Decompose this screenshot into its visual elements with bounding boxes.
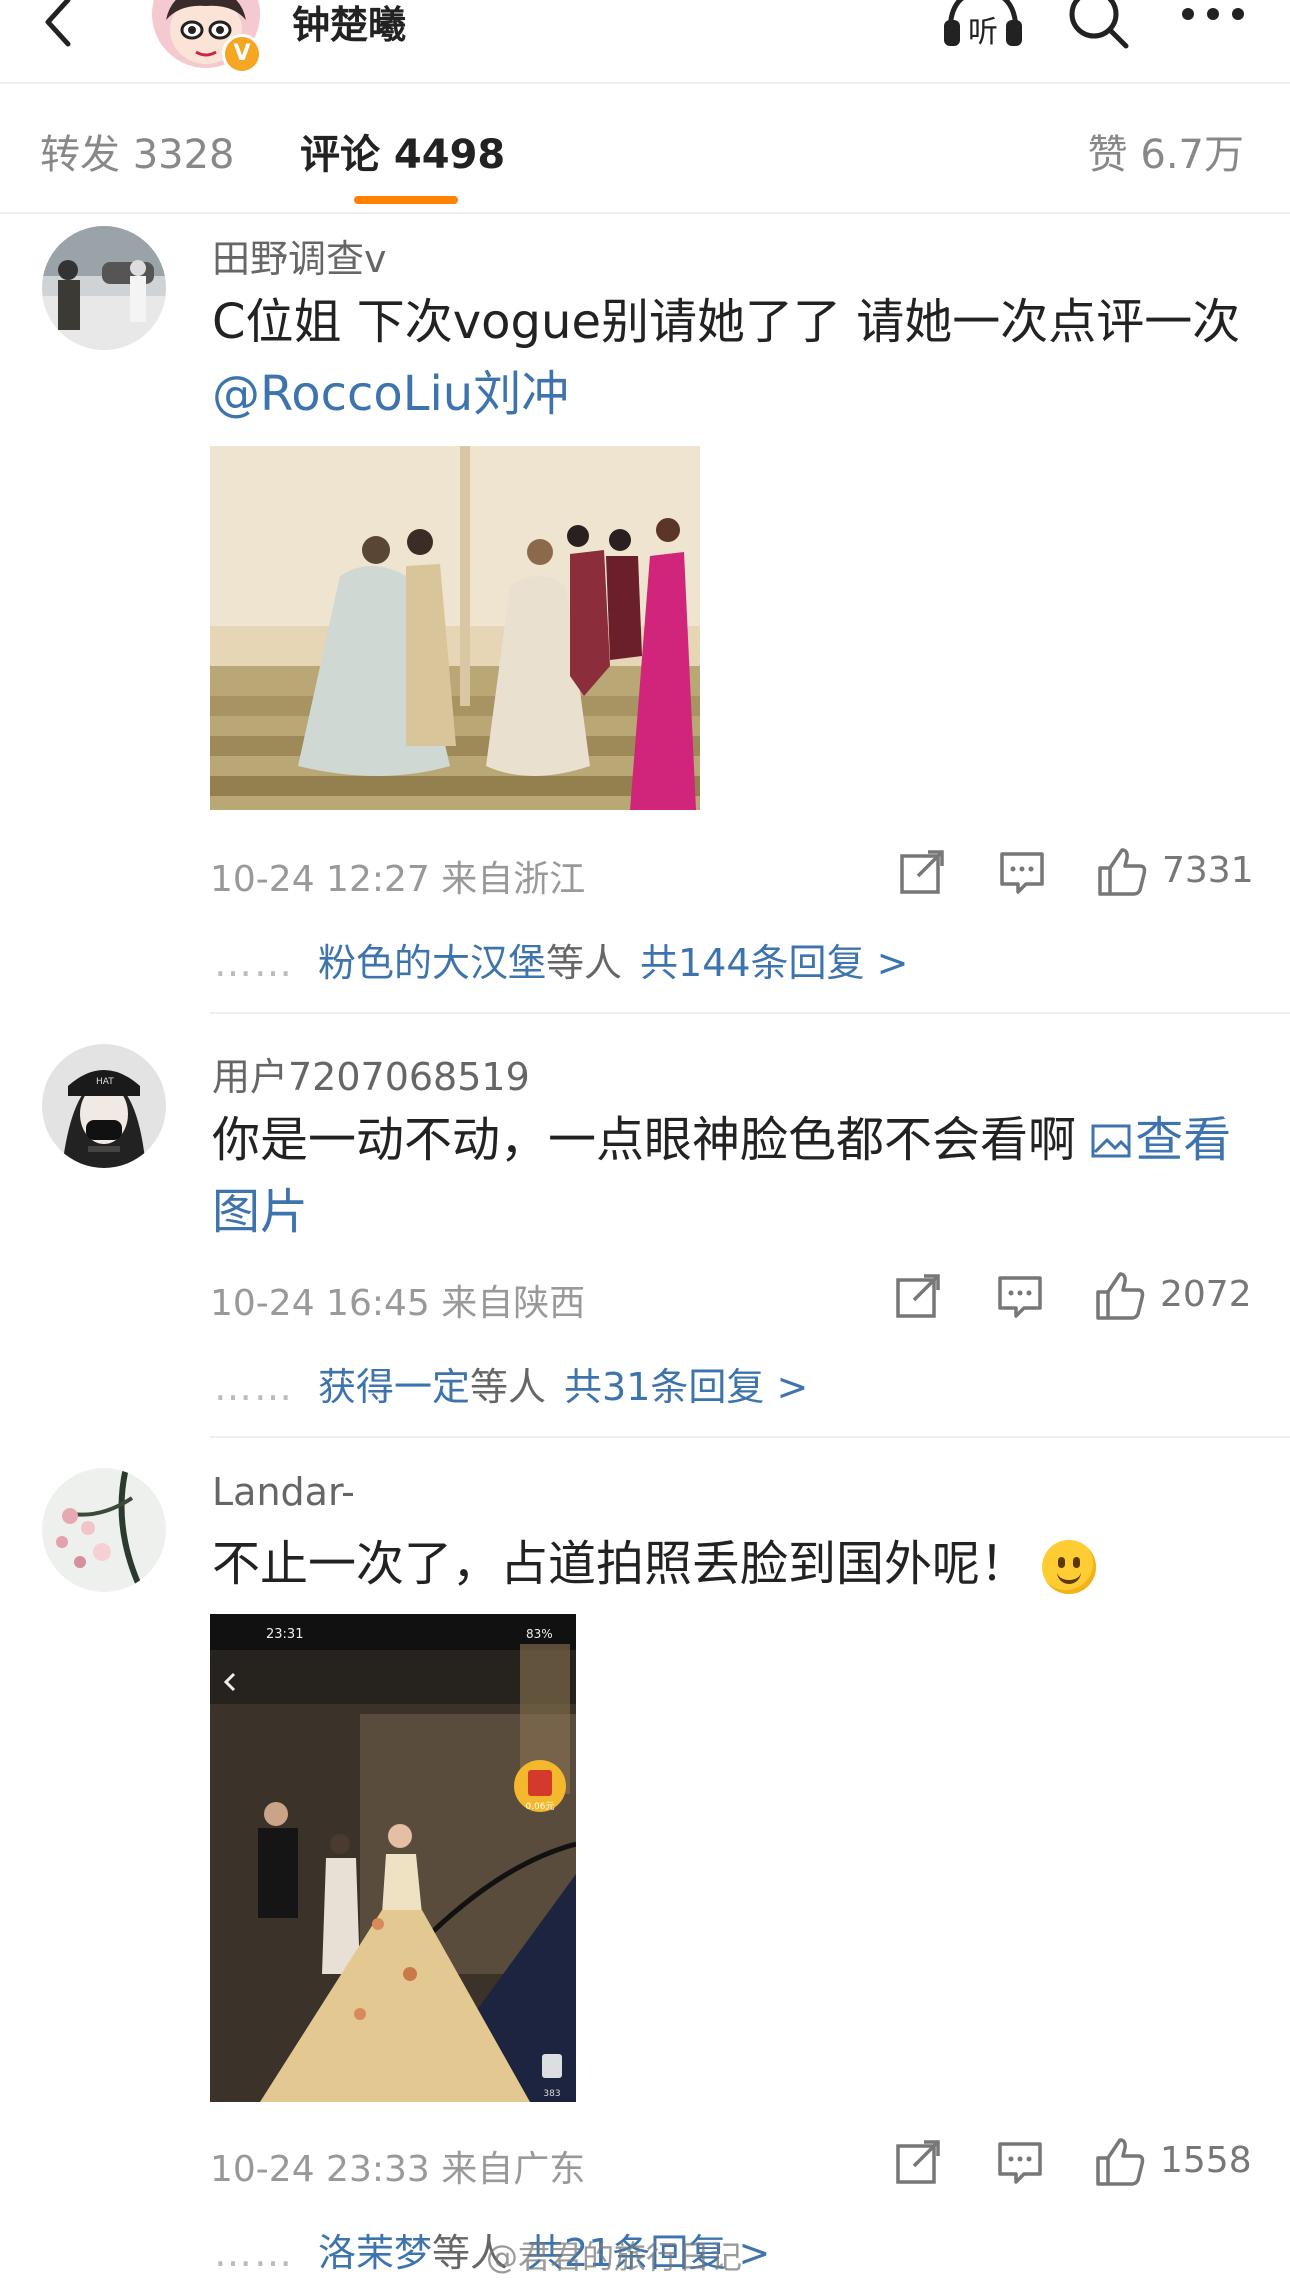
headphones-icon: 听 [944,0,1022,50]
commenter-avatar[interactable] [42,226,166,350]
comment-image[interactable] [210,446,700,810]
tab-bar: 转发 3328 评论 4498 赞 6.7万 [0,84,1290,214]
reply-dots: …… [214,1365,294,1409]
tab-likes[interactable]: 赞 6.7万 [1088,122,1244,180]
reply-user-link[interactable]: 洛茉梦 [318,2231,432,2275]
poster-name[interactable]: 钟楚曦 [292,0,406,49]
svg-text:听: 听 [968,15,998,50]
commenter-avatar[interactable] [42,1468,166,1592]
reply-comment-icon[interactable] [994,2136,1046,2188]
reply-user-link[interactable]: 粉色的大汉堡 [318,941,546,985]
svg-text:23:31: 23:31 [266,1627,303,1642]
like-thumb-icon[interactable] [1094,1270,1146,1322]
comment-meta: 10-24 16:45 来自陕西 [210,1283,586,1324]
reply-comment-icon[interactable] [996,846,1048,898]
watermark-text: @君君的旅行日记 [486,2238,743,2276]
view-replies-link[interactable]: 共31条回复 > [564,1365,808,1409]
commenter-name[interactable]: Landar- [212,1470,355,1514]
smile-emoji-icon [1042,1540,1097,1594]
svg-text:83%: 83% [526,1627,553,1641]
reply-summary[interactable]: …… 粉色的大汉堡等人 共144条回复 > [214,932,908,987]
comment-body: 不止一次了，占道拍照丢脸到国外呢！ [212,1536,1029,1592]
reply-summary[interactable]: …… 获得一定等人 共31条回复 > [214,1356,808,1411]
svg-text:0.06元: 0.06元 [525,1802,554,1812]
share-icon[interactable] [892,2136,944,2188]
reply-user-link[interactable]: 获得一定 [318,1365,470,1409]
comment-body: 你是一动不动，一点眼神脸色都不会看啊 [212,1112,1092,1168]
verified-badge: V [222,34,262,74]
commenter-name[interactable]: 用户7207068519 [212,1046,530,1101]
comment-divider [210,1436,1290,1438]
more-dots-icon[interactable] [1176,0,1250,50]
comment-image[interactable]: 23:31 83% 0.06元 383 [210,1614,576,2102]
svg-text:383: 383 [543,2089,560,2099]
tab-comments[interactable]: 评论 4498 [300,122,505,180]
commenter-avatar[interactable]: HAT [42,1044,166,1168]
like-thumb-icon[interactable] [1096,846,1148,898]
comment-meta: 10-24 12:27 来自浙江 [210,859,586,900]
reply-mid-text: 等人 [470,1365,547,1409]
active-tab-indicator [354,196,458,204]
share-icon[interactable] [892,1270,944,1322]
like-count: 2072 [1160,1274,1252,1315]
image-icon [1091,1124,1131,1158]
reply-dots: …… [214,2231,294,2275]
comment-text: C位姐 下次vogue别请她了了 请她一次点评一次 @RoccoLiu刘冲 [212,286,1252,430]
like-count: 7331 [1162,850,1254,891]
like-thumb-icon[interactable] [1094,2136,1146,2188]
comment-meta: 10-24 23:33 来自广东 [210,2149,586,2190]
listen-button[interactable]: 听 [940,0,1026,50]
top-nav-bar: V 钟楚曦 听 [0,0,1290,84]
comment-text: 你是一动不动，一点眼神脸色都不会看啊 查看图片 [212,1104,1252,1248]
view-replies-link[interactable]: 共144条回复 > [640,941,908,985]
reply-mid-text: 等人 [546,941,623,985]
comment-body: C位姐 下次vogue别请她了了 请她一次点评一次 [212,294,1241,350]
search-icon[interactable] [1064,0,1134,50]
like-count: 1558 [1160,2140,1252,2181]
comment-divider [210,1012,1290,1014]
commenter-name[interactable]: 田野调查v [212,228,387,283]
tab-reposts[interactable]: 转发 3328 [40,122,235,180]
share-icon[interactable] [896,846,948,898]
reply-dots: …… [214,941,294,985]
reply-comment-icon[interactable] [994,1270,1046,1322]
mention-link[interactable]: @RoccoLiu刘冲 [212,366,569,422]
back-arrow-icon[interactable] [30,0,90,52]
comment-text: 不止一次了，占道拍照丢脸到国外呢！ [212,1528,1252,1600]
svg-text:HAT: HAT [96,1077,114,1087]
